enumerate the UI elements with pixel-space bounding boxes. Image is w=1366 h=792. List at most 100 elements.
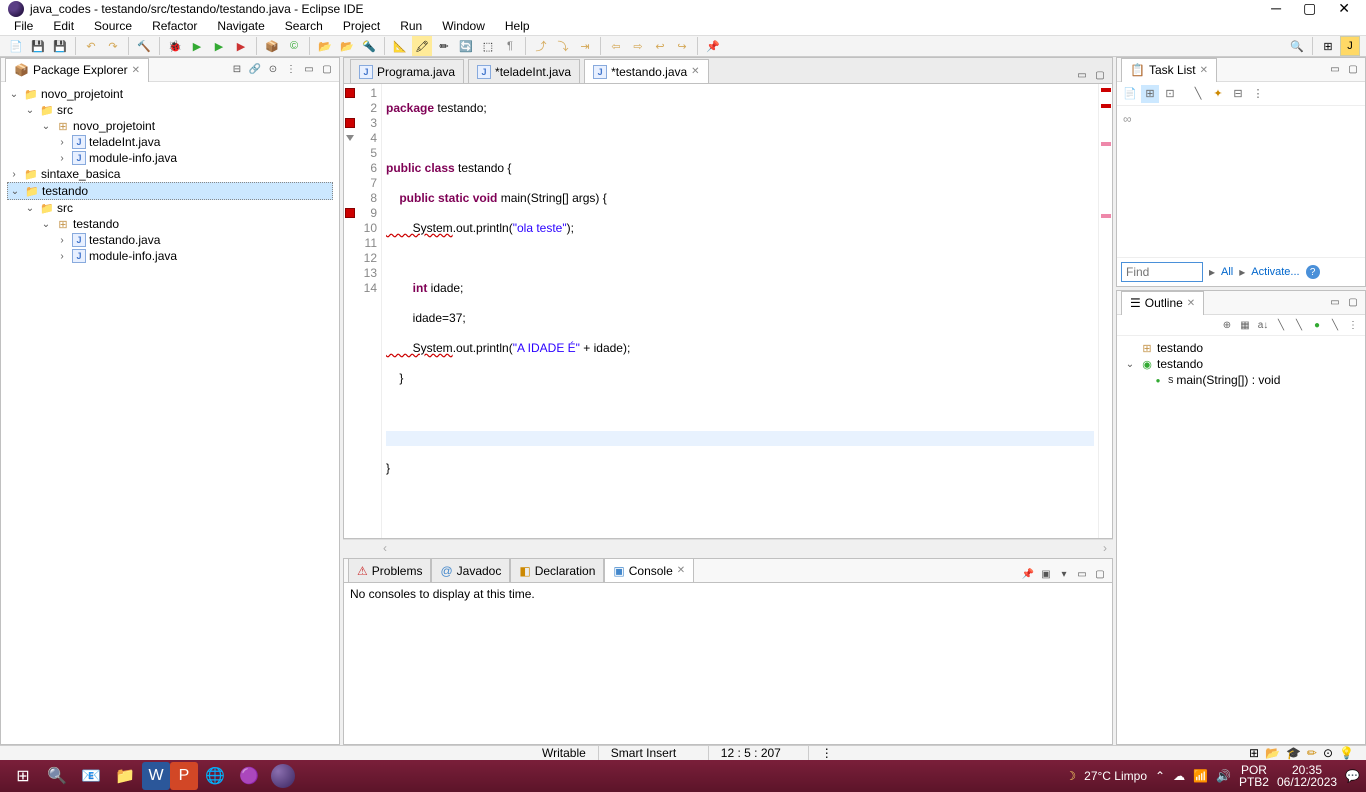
- tree-src[interactable]: ⌄📁src: [7, 200, 333, 216]
- wifi-icon[interactable]: 📶: [1193, 769, 1208, 783]
- coverage-icon[interactable]: ▶: [209, 36, 229, 56]
- explorer-icon[interactable]: 📁: [108, 760, 142, 792]
- next-icon[interactable]: ↪: [672, 36, 692, 56]
- status-icon[interactable]: ⊙: [1323, 746, 1333, 760]
- minimize-button[interactable]: ─: [1271, 0, 1281, 17]
- close-icon[interactable]: ✕: [132, 65, 140, 76]
- link-editor-icon[interactable]: 🔗: [247, 62, 263, 78]
- package-tree[interactable]: ⌄📁novo_projetoint ⌄📁src ⌄⊞novo_projetoin…: [1, 82, 339, 744]
- outline-tab[interactable]: ☰Outline✕: [1121, 291, 1204, 315]
- menu-file[interactable]: File: [6, 17, 41, 35]
- pilcrow-icon[interactable]: ¶: [500, 36, 520, 56]
- refresh-icon[interactable]: 🔄: [456, 36, 476, 56]
- new-package-icon[interactable]: 📦: [262, 36, 282, 56]
- status-icon[interactable]: 🎓: [1286, 746, 1301, 760]
- console-tab[interactable]: ▣Console✕: [604, 558, 694, 582]
- menu-help[interactable]: Help: [497, 17, 538, 35]
- minimize-icon[interactable]: ▭: [1327, 62, 1343, 78]
- chrome-icon[interactable]: 🌐: [198, 760, 232, 792]
- menu-project[interactable]: Project: [335, 17, 388, 35]
- menu-navigate[interactable]: Navigate: [209, 17, 272, 35]
- outline-tree[interactable]: ⊞testando ⌄◉testando ●S main(String[]) :…: [1117, 336, 1365, 392]
- horizontal-scrollbar[interactable]: ‹›: [343, 539, 1113, 555]
- menu-edit[interactable]: Edit: [45, 17, 82, 35]
- undo-icon[interactable]: ↶: [81, 36, 101, 56]
- focus-outline-icon[interactable]: ╲: [1327, 317, 1343, 333]
- outlook-icon[interactable]: 📧: [74, 760, 108, 792]
- save-all-icon[interactable]: 💾: [50, 36, 70, 56]
- maximize-icon[interactable]: ▢: [1345, 295, 1361, 311]
- debug-icon[interactable]: 🐞: [165, 36, 185, 56]
- search-button[interactable]: 🔍: [40, 760, 74, 792]
- step-return-icon[interactable]: ⇥: [575, 36, 595, 56]
- toggle-icon[interactable]: ⬚: [478, 36, 498, 56]
- step-icon[interactable]: ⤴: [531, 36, 551, 56]
- close-icon[interactable]: ✕: [1200, 65, 1208, 76]
- synchronize-icon[interactable]: ✦: [1209, 85, 1227, 103]
- search-icon[interactable]: 🔦: [359, 36, 379, 56]
- code-editor[interactable]: 1 2 3 4 5 6 7 8 9 10 11 12 13 14 package…: [343, 83, 1113, 539]
- tree-project[interactable]: ⌄📁novo_projetoint: [7, 86, 333, 102]
- hide-local-icon[interactable]: ●: [1309, 317, 1325, 333]
- save-icon[interactable]: 💾: [28, 36, 48, 56]
- status-icon[interactable]: ✏: [1307, 746, 1317, 760]
- powerpoint-icon[interactable]: P: [170, 762, 198, 790]
- build-icon[interactable]: 🔨: [134, 36, 154, 56]
- all-link[interactable]: All: [1221, 266, 1233, 278]
- hide-fields-icon[interactable]: ▦: [1237, 317, 1253, 333]
- tree-package[interactable]: ⌄⊞novo_projetoint: [7, 118, 333, 134]
- open-task-icon[interactable]: 📂: [337, 36, 357, 56]
- menu-refactor[interactable]: Refactor: [144, 17, 205, 35]
- tree-file[interactable]: ›Jtestando.java: [7, 232, 333, 248]
- link-outline-icon[interactable]: ⋮: [1345, 317, 1361, 333]
- collapse-all-icon[interactable]: ⊟: [229, 62, 245, 78]
- find-input[interactable]: [1121, 262, 1203, 282]
- tree-package[interactable]: ⌄⊞testando: [7, 216, 333, 232]
- prev-icon[interactable]: ↩: [650, 36, 670, 56]
- eclipse-taskbar-icon[interactable]: [266, 760, 300, 792]
- pin-icon[interactable]: 📌: [703, 36, 723, 56]
- tree-project[interactable]: ›📁sintaxe_basica: [7, 166, 333, 182]
- categorize-icon[interactable]: ⊞: [1141, 85, 1159, 103]
- minimize-editor-icon[interactable]: ▭: [1074, 67, 1090, 83]
- notifications-icon[interactable]: 💬: [1345, 769, 1360, 783]
- cloud-icon[interactable]: ☁: [1173, 769, 1185, 783]
- maximize-icon[interactable]: ▢: [1345, 62, 1361, 78]
- tree-file[interactable]: ›Jmodule-info.java: [7, 248, 333, 264]
- maximize-console-icon[interactable]: ▢: [1092, 566, 1108, 582]
- quick-access-icon[interactable]: 🔍: [1287, 36, 1307, 56]
- schedule-icon[interactable]: ⊡: [1161, 85, 1179, 103]
- focus-icon[interactable]: ╲: [1189, 85, 1207, 103]
- view-menu-icon[interactable]: ⋮: [283, 62, 299, 78]
- code-content[interactable]: package testando; public class testando …: [382, 84, 1098, 538]
- editor-tab-active[interactable]: J*testando.java✕: [584, 59, 708, 83]
- maximize-button[interactable]: ▢: [1303, 0, 1316, 17]
- tree-project-selected[interactable]: ⌄📁testando: [7, 182, 333, 200]
- status-icon[interactable]: ⊞: [1249, 746, 1259, 760]
- minimize-console-icon[interactable]: ▭: [1074, 566, 1090, 582]
- tip-icon[interactable]: 💡: [1339, 746, 1354, 760]
- new-icon[interactable]: 📄: [6, 36, 26, 56]
- new-class-icon[interactable]: ©: [284, 36, 304, 56]
- new-task-icon[interactable]: 📄: [1121, 85, 1139, 103]
- close-tab-icon[interactable]: ✕: [677, 565, 685, 576]
- run-icon[interactable]: ▶: [187, 36, 207, 56]
- tree-src[interactable]: ⌄📁src: [7, 102, 333, 118]
- hide-static-icon[interactable]: ╲: [1273, 317, 1289, 333]
- redo-icon[interactable]: ↷: [103, 36, 123, 56]
- maximize-pane-icon[interactable]: ▢: [319, 62, 335, 78]
- task-list-tab[interactable]: 📋Task List✕: [1121, 58, 1217, 82]
- chevron-up-icon[interactable]: ⌃: [1155, 769, 1165, 783]
- editor-tab[interactable]: J*teladeInt.java: [468, 59, 580, 83]
- wand-icon[interactable]: 📐: [390, 36, 410, 56]
- volume-icon[interactable]: 🔊: [1216, 769, 1231, 783]
- mark-icon[interactable]: 🖍: [412, 36, 432, 56]
- editor-tab[interactable]: JPrograma.java: [350, 59, 464, 83]
- close-tab-icon[interactable]: ✕: [691, 66, 699, 77]
- activate-link[interactable]: Activate...: [1251, 266, 1299, 278]
- copilot-icon[interactable]: 🟣: [232, 760, 266, 792]
- collapse-icon[interactable]: ⊟: [1229, 85, 1247, 103]
- maximize-editor-icon[interactable]: ▢: [1092, 67, 1108, 83]
- minimize-pane-icon[interactable]: ▭: [301, 62, 317, 78]
- open-console-icon[interactable]: ▾: [1056, 566, 1072, 582]
